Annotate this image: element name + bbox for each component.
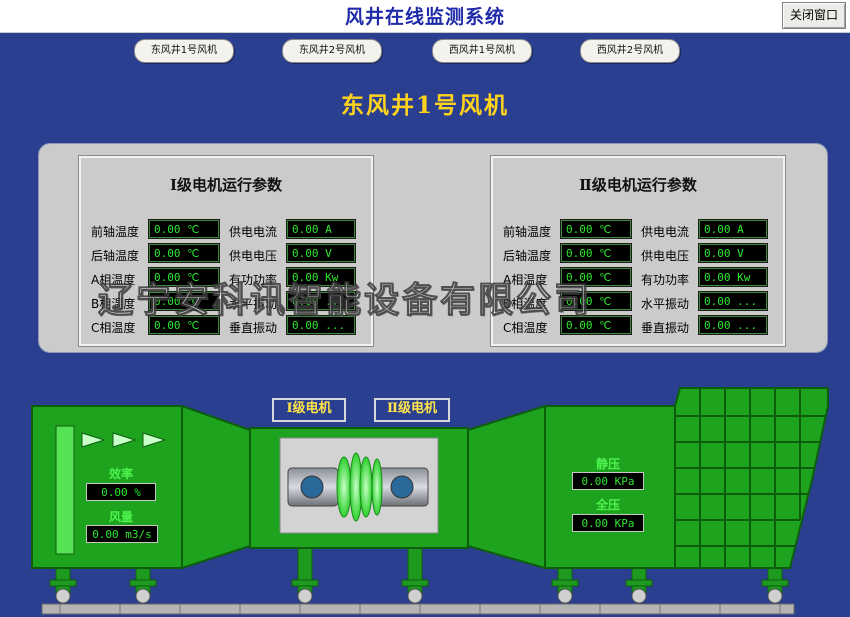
motor2-param-row: 后轴温度 0.00 ℃ 供电电压 0.00 V	[501, 243, 781, 264]
param-value: 0.00 A	[698, 219, 768, 239]
static-pressure-label: 静压	[595, 457, 620, 471]
param-value: 0.00 ℃	[560, 243, 632, 263]
param-value: 0.00 V	[698, 243, 768, 263]
efficiency-value: 0.00 %	[86, 483, 156, 501]
airflow-label: 风量	[108, 510, 133, 524]
window-title: 风井在线监测系统	[344, 6, 505, 28]
motor2-label: Ⅱ级电机	[374, 398, 450, 422]
param-value: 0.00 A	[286, 219, 356, 239]
close-window-button[interactable]: 关闭窗口	[782, 2, 846, 29]
tab-east-fan-1[interactable]: 东风井1号风机	[134, 39, 234, 63]
efficiency-label: 效率	[108, 467, 133, 481]
param-label: 供电电压	[229, 249, 278, 263]
param-label: 供电电流	[229, 225, 278, 239]
param-value: 0.00 ℃	[148, 219, 220, 239]
param-label: 供电电压	[641, 249, 690, 263]
param-label: 后轴温度	[91, 249, 140, 263]
fan-title: 东风井1号风机	[340, 92, 509, 119]
total-pressure-value: 0.00 KPa	[572, 514, 644, 532]
param-value: 0.00 ℃	[560, 219, 632, 239]
company-watermark: 辽宁安科讯智能设备有限公司	[98, 281, 593, 322]
motor1-param-row: 前轴温度 0.00 ℃ 供电电流 0.00 A	[89, 219, 369, 240]
param-label: 前轴温度	[503, 225, 552, 239]
static-pressure-value: 0.00 KPa	[572, 472, 644, 490]
motor1-label: Ⅰ级电机	[272, 398, 346, 422]
param-label: 供电电流	[641, 225, 690, 239]
param-value: 0.00 ℃	[148, 243, 220, 263]
total-pressure-label: 全压	[595, 498, 620, 512]
param-label: 后轴温度	[503, 249, 552, 263]
airflow-value: 0.00 m3/s	[86, 525, 158, 543]
param-value: 0.00 V	[286, 243, 356, 263]
motor1-group-title: Ⅰ级电机运行参数	[169, 176, 283, 194]
motor2-param-row: 前轴温度 0.00 ℃ 供电电流 0.00 A	[501, 219, 781, 240]
tab-west-fan-2[interactable]: 西风井2号风机	[580, 39, 680, 63]
title-bar: 风井在线监测系统 关闭窗口	[0, 0, 850, 33]
tab-west-fan-1[interactable]: 西风井1号风机	[432, 39, 532, 63]
tab-east-fan-2[interactable]: 东风井2号风机	[282, 39, 382, 63]
motor2-group-title: Ⅱ级电机运行参数	[579, 176, 697, 194]
motor1-param-row: 后轴温度 0.00 ℃ 供电电压 0.00 V	[89, 243, 369, 264]
param-label: 前轴温度	[91, 225, 140, 239]
